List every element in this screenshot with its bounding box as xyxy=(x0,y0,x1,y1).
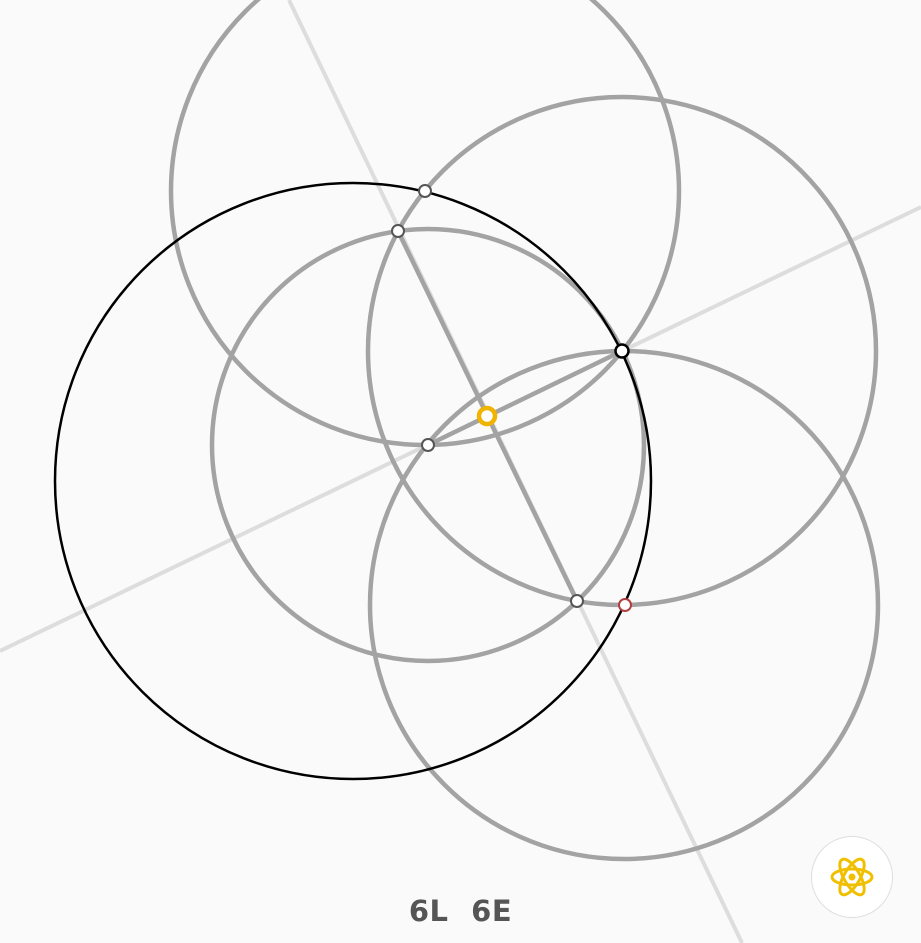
intersection-point[interactable] xyxy=(421,438,435,452)
atom-icon xyxy=(830,857,874,897)
intersection-point[interactable] xyxy=(391,224,405,238)
center-point[interactable] xyxy=(476,405,498,427)
intersection-point[interactable] xyxy=(418,184,432,198)
construction-segment-short xyxy=(425,348,625,448)
hint-button[interactable] xyxy=(811,836,893,918)
euclid-count: 6E xyxy=(471,894,513,928)
move-counter: 6L 6E xyxy=(0,894,921,928)
intersection-point-active[interactable] xyxy=(614,343,630,359)
construction-canvas[interactable] xyxy=(0,0,921,943)
construction-circle-top xyxy=(168,0,682,448)
lines-count: 6L xyxy=(408,894,449,928)
intersection-point[interactable] xyxy=(570,594,584,608)
target-point[interactable] xyxy=(618,598,632,612)
